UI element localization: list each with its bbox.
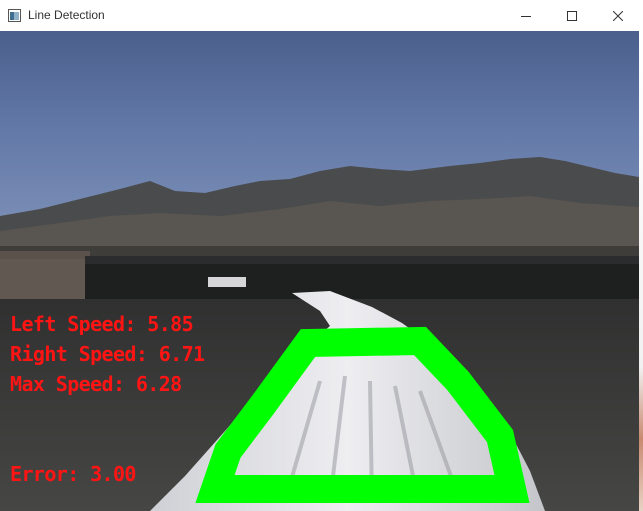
- error-readout: Error: 3.00: [10, 462, 136, 486]
- camera-view: Left Speed: 5.85 Right Speed: 6.71 Max S…: [0, 31, 639, 511]
- camera-frame: [0, 31, 639, 511]
- title-bar[interactable]: Line Detection: [0, 0, 643, 31]
- close-icon: [613, 10, 623, 21]
- barrier-top: [85, 256, 639, 264]
- minimize-button[interactable]: [503, 0, 549, 31]
- minimize-icon: [521, 11, 531, 21]
- line-detection-window: Line Detection Left Speed: 5.85 Right Sp…: [0, 0, 643, 511]
- left-speed-readout: Left Speed: 5.85: [10, 312, 194, 336]
- max-speed-readout: Max Speed: 6.28: [10, 372, 182, 396]
- window-border: [639, 31, 643, 511]
- left-wall-shade: [0, 259, 88, 305]
- far-tape: [208, 277, 246, 287]
- window-title: Line Detection: [28, 8, 105, 22]
- app-window-icon: [8, 9, 21, 22]
- maximize-icon: [567, 10, 577, 21]
- right-speed-readout: Right Speed: 6.71: [10, 342, 205, 366]
- maximize-button[interactable]: [549, 0, 595, 31]
- close-button[interactable]: [595, 0, 641, 31]
